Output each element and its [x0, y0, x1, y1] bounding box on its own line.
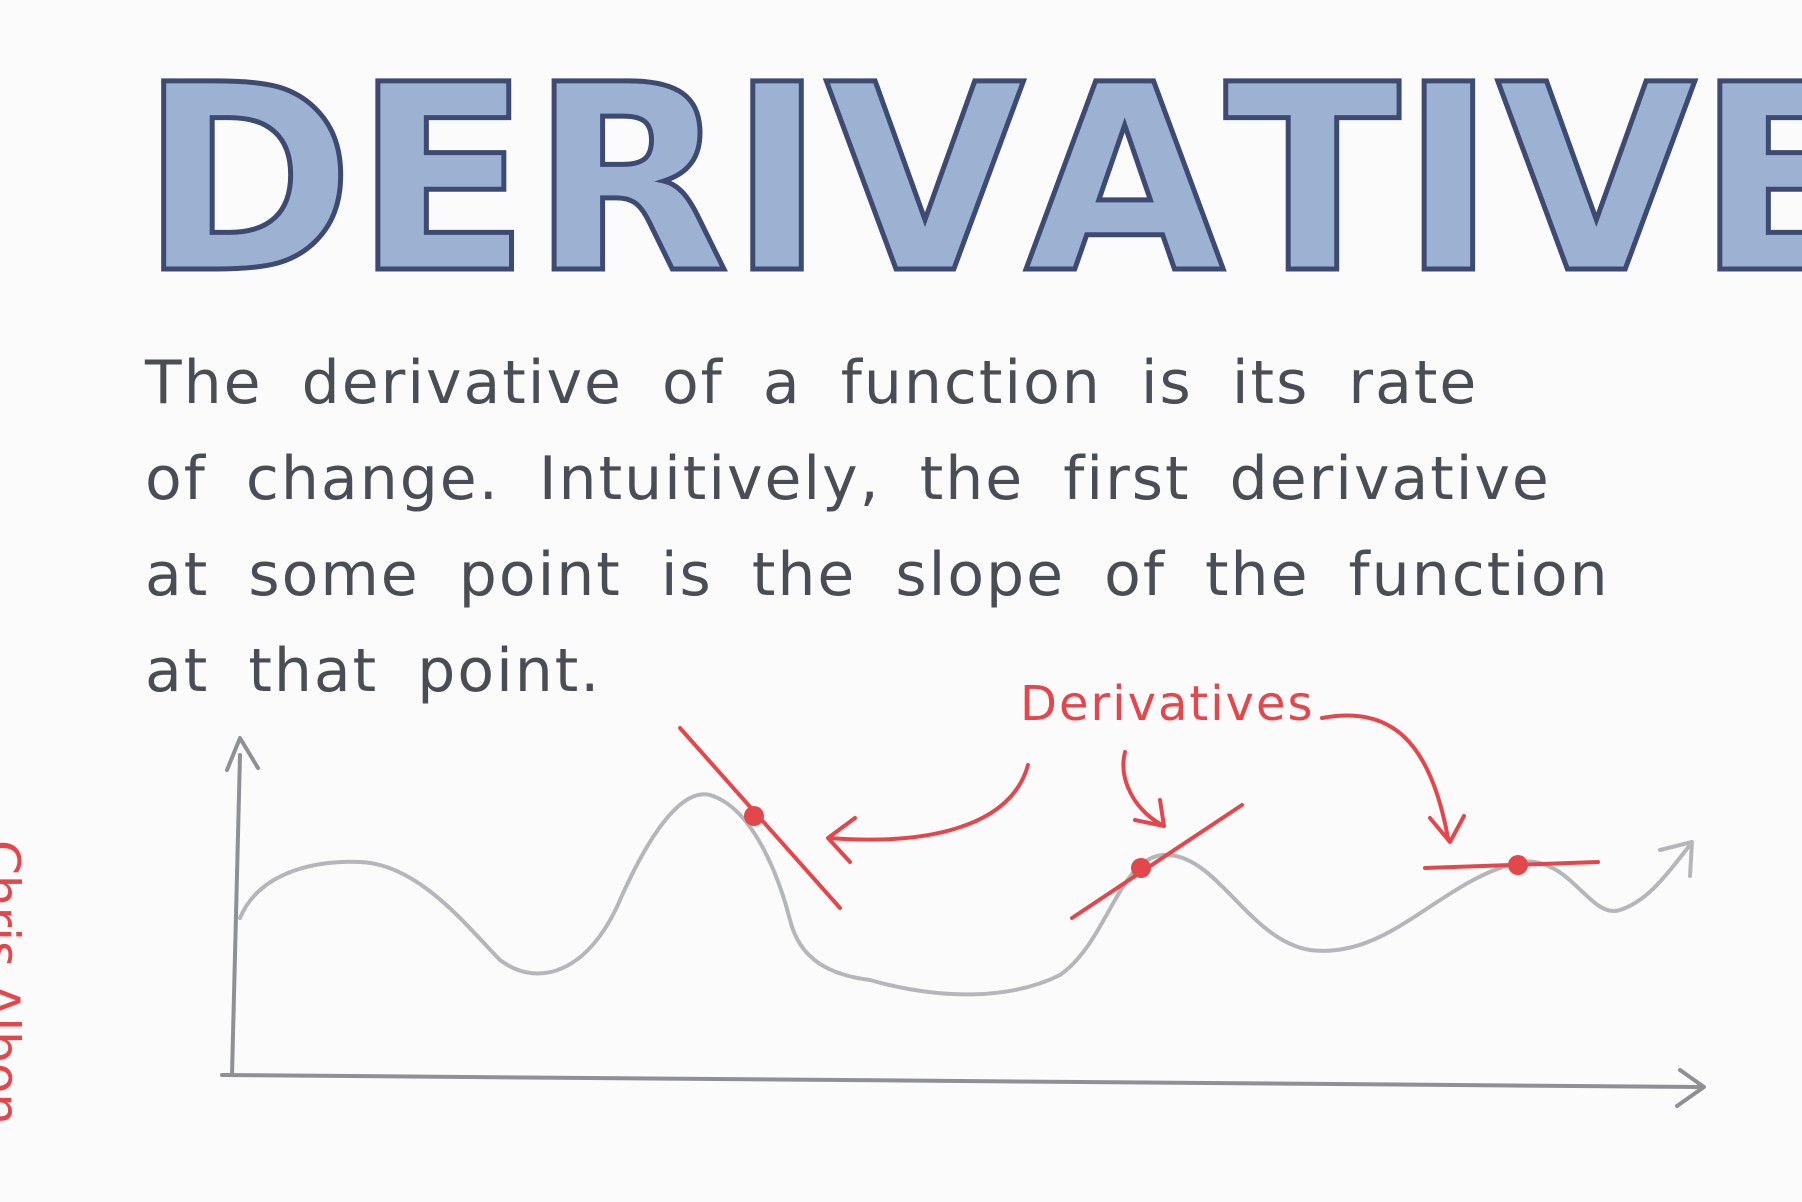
- derivative-diagram: [220, 713, 1706, 1108]
- author-signature: Chris Albon: [0, 840, 30, 1126]
- tangent-point-1: [744, 806, 764, 826]
- tangent-point-2: [1131, 858, 1151, 878]
- y-axis: [230, 753, 242, 1077]
- annotation-arrow-2: [1121, 750, 1164, 827]
- derivatives-annotation-label: Derivatives: [1020, 676, 1315, 732]
- x-axis: [220, 1073, 1702, 1089]
- illustration-card: DERIVATIVE The derivative of a function …: [0, 0, 1802, 1202]
- tangent-point-3: [1508, 855, 1528, 875]
- annotation-arrow-1: [828, 763, 1030, 842]
- y-axis-arrowhead: [225, 736, 260, 772]
